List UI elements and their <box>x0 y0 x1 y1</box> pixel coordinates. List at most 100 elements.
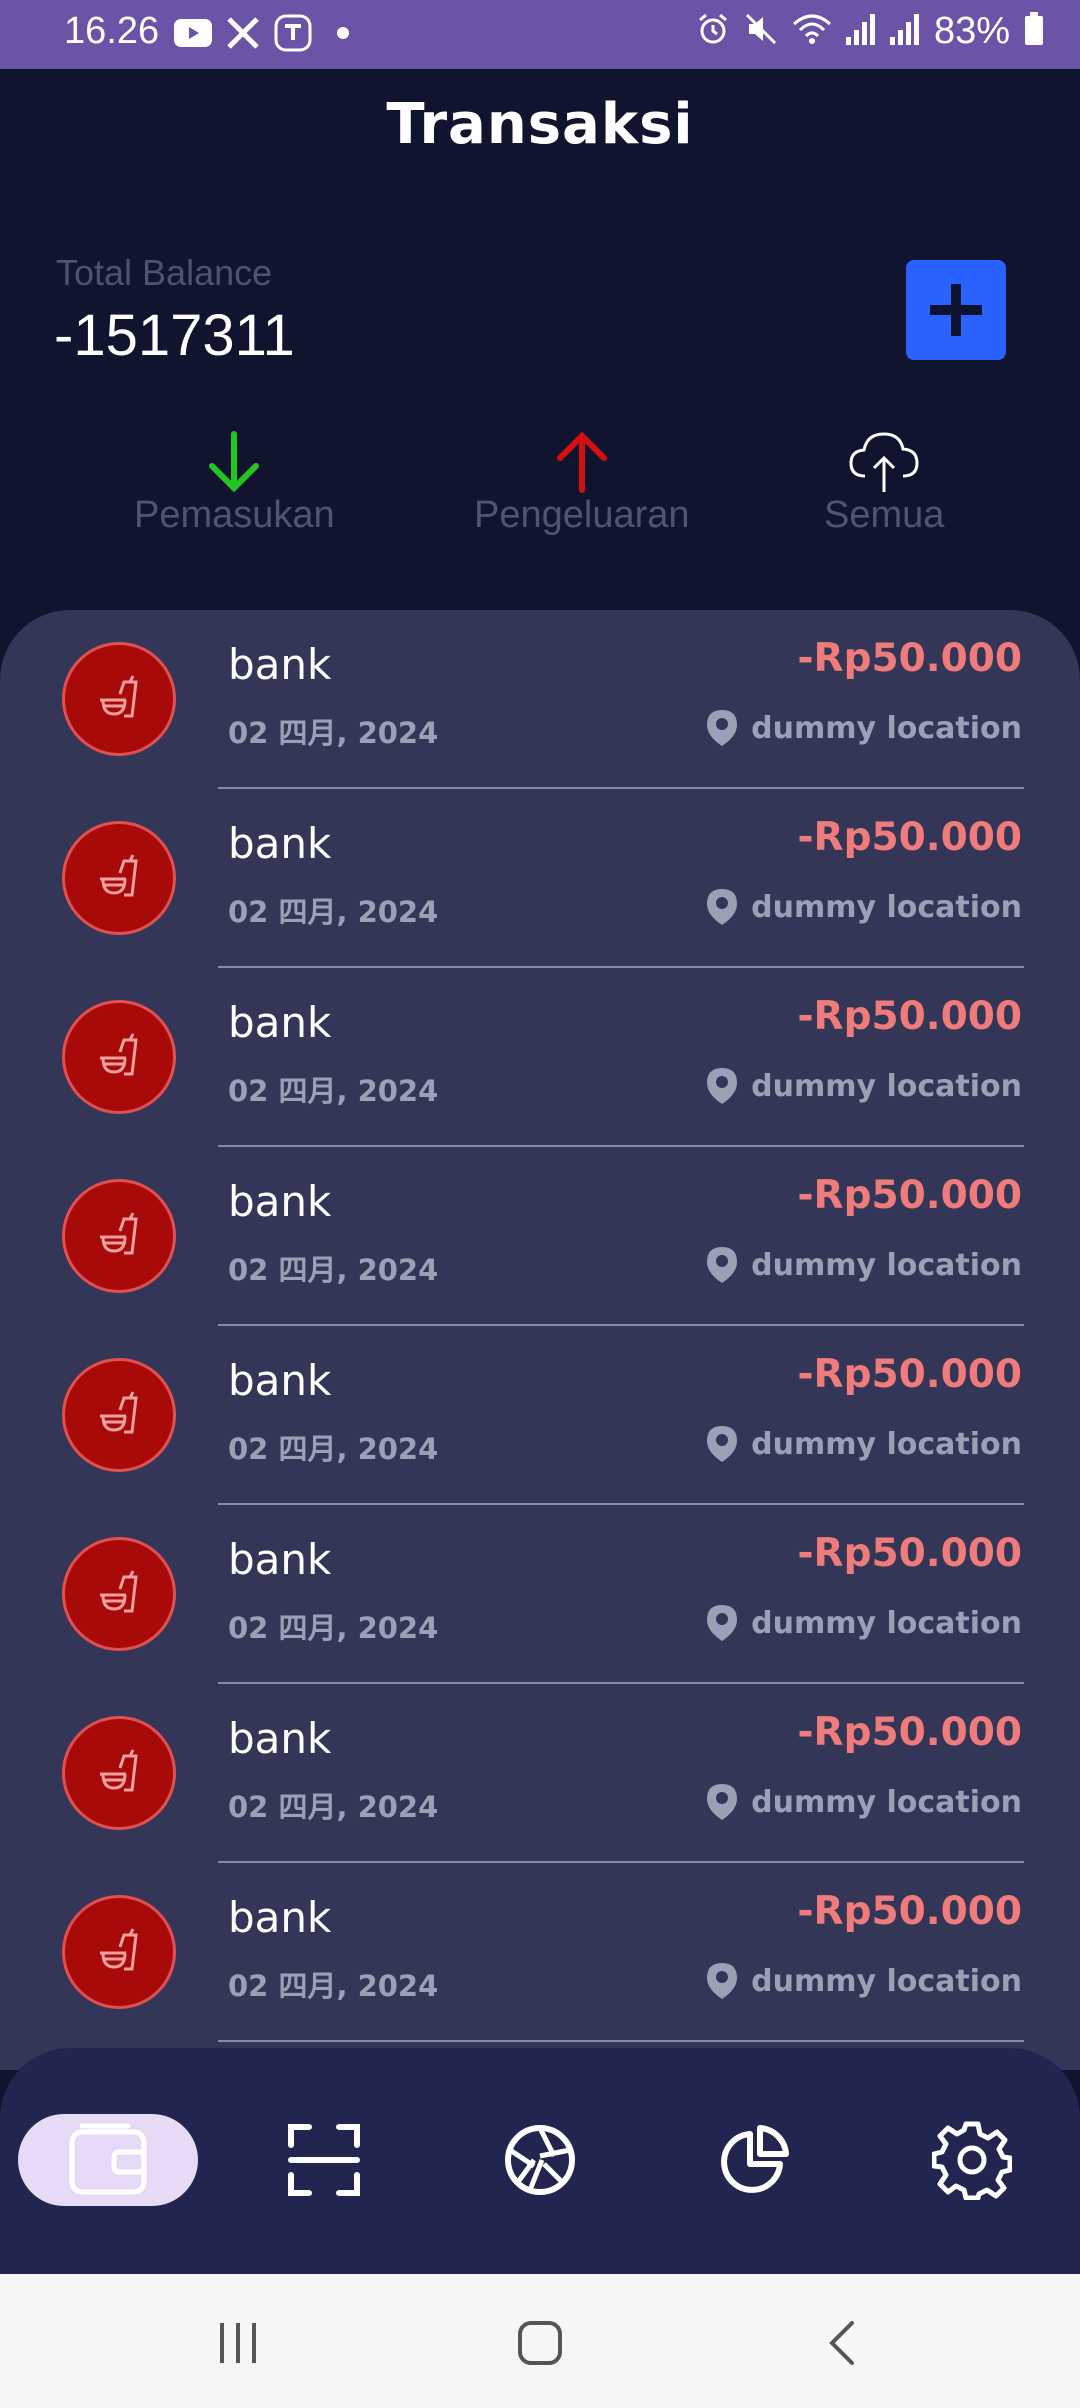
transaction-location-text: dummy location <box>751 1963 1022 1999</box>
arrow-up-icon <box>556 431 607 493</box>
transaction-date: 02 四月, 2024 <box>228 1969 439 2003</box>
transaction-amount: -Rp50.000 <box>797 1531 1022 1576</box>
cloud-upload-icon <box>849 432 919 492</box>
transaction-list[interactable]: bank 02 四月, 2024 -Rp50.000 dummy locatio… <box>0 610 1080 2070</box>
wallet-icon <box>69 2123 147 2195</box>
location-pin-icon <box>707 710 738 746</box>
camera-aperture-icon <box>505 2125 575 2195</box>
recent-apps-icon <box>220 2323 256 2363</box>
transaction-amount: -Rp50.000 <box>797 994 1022 1039</box>
list-item[interactable]: bank 02 四月, 2024 -Rp50.000 dummy locatio… <box>0 1326 1080 1505</box>
transaction-location-text: dummy location <box>751 1784 1022 1820</box>
scan-icon <box>288 2124 360 2196</box>
transaction-location: dummy location <box>705 1245 1022 1285</box>
list-item[interactable]: bank 02 四月, 2024 -Rp50.000 dummy locatio… <box>0 1505 1080 1684</box>
transaction-date: 02 四月, 2024 <box>228 716 439 750</box>
food-drink-icon <box>62 1716 176 1830</box>
plus-icon <box>930 284 982 336</box>
food-drink-icon <box>62 821 176 935</box>
transaction-title: bank <box>228 1177 332 1226</box>
transaction-location: dummy location <box>705 708 1022 748</box>
transaction-amount: -Rp50.000 <box>797 815 1022 860</box>
back-button[interactable] <box>812 2316 872 2370</box>
home-icon <box>518 2321 562 2365</box>
transaction-date: 02 四月, 2024 <box>228 1253 439 1287</box>
food-drink-icon <box>62 1895 176 2009</box>
signal-icon <box>889 13 920 50</box>
location-pin-icon <box>707 1426 738 1462</box>
filter-income[interactable]: Pemasukan <box>134 430 335 537</box>
list-item[interactable]: bank 02 四月, 2024 -Rp50.000 dummy locatio… <box>0 968 1080 1147</box>
arrow-down-icon <box>209 431 260 493</box>
transaction-date: 02 四月, 2024 <box>228 1790 439 1824</box>
transaction-title: bank <box>228 998 332 1047</box>
system-status: 83% <box>696 10 1044 53</box>
transaction-title: bank <box>228 640 332 689</box>
transaction-title: bank <box>228 1356 332 1405</box>
transaction-title: bank <box>228 1714 332 1763</box>
transaction-date: 02 四月, 2024 <box>228 1611 439 1645</box>
mute-icon <box>744 12 778 51</box>
home-button[interactable] <box>510 2316 570 2370</box>
divider <box>218 2040 1024 2042</box>
add-transaction-button[interactable] <box>906 260 1006 360</box>
location-pin-icon <box>707 1605 738 1641</box>
balance-value: -1517311 <box>54 303 295 368</box>
location-pin-icon <box>707 1247 738 1283</box>
filter-expense[interactable]: Pengeluaran <box>474 430 690 537</box>
list-item[interactable]: bank 02 四月, 2024 -Rp50.000 dummy locatio… <box>0 1863 1080 2042</box>
food-drink-icon <box>62 642 176 756</box>
location-pin-icon <box>707 1784 738 1820</box>
transaction-location: dummy location <box>705 1424 1022 1464</box>
transaction-location-text: dummy location <box>751 1605 1022 1641</box>
app-icon <box>274 14 312 52</box>
nav-scan[interactable] <box>278 2114 370 2206</box>
location-pin-icon <box>707 1068 738 1104</box>
transaction-amount: -Rp50.000 <box>797 1173 1022 1218</box>
bottom-navigation <box>0 2048 1080 2274</box>
filter-all-label: Semua <box>824 494 945 536</box>
transaction-title: bank <box>228 1535 332 1584</box>
battery-percent: 83% <box>933 10 1010 52</box>
transaction-amount: -Rp50.000 <box>797 1352 1022 1397</box>
transaction-location: dummy location <box>705 1961 1022 2001</box>
transaction-date: 02 四月, 2024 <box>228 1074 439 1108</box>
back-icon <box>829 2321 854 2365</box>
nav-statistics[interactable] <box>708 2114 800 2206</box>
transaction-amount: -Rp50.000 <box>797 636 1022 681</box>
wifi-icon <box>792 12 832 51</box>
list-item[interactable]: bank 02 四月, 2024 -Rp50.000 dummy locatio… <box>0 1684 1080 1863</box>
transaction-date: 02 四月, 2024 <box>228 895 439 929</box>
transaction-title: bank <box>228 1893 332 1942</box>
page-title: Transaksi <box>386 92 694 157</box>
transaction-location: dummy location <box>705 1066 1022 1106</box>
list-item[interactable]: bank 02 四月, 2024 -Rp50.000 dummy locatio… <box>0 610 1080 789</box>
food-drink-icon <box>62 1537 176 1651</box>
signal-icon <box>845 13 876 50</box>
transaction-location-text: dummy location <box>751 889 1022 925</box>
transaction-location: dummy location <box>705 1782 1022 1822</box>
filter-expense-label: Pengeluaran <box>474 494 690 536</box>
status-time: 16.26 <box>64 10 160 52</box>
transaction-amount: -Rp50.000 <box>797 1710 1022 1755</box>
x-icon <box>224 14 262 52</box>
location-pin-icon <box>707 1963 738 1999</box>
balance-label: Total Balance <box>56 252 273 293</box>
list-item[interactable]: bank 02 四月, 2024 -Rp50.000 dummy locatio… <box>0 789 1080 968</box>
transaction-date: 02 四月, 2024 <box>228 1432 439 1466</box>
recent-apps-button[interactable] <box>208 2316 268 2370</box>
food-drink-icon <box>62 1179 176 1293</box>
system-navigation-bar <box>0 2274 1080 2408</box>
transaction-location-text: dummy location <box>751 710 1022 746</box>
food-drink-icon <box>62 1000 176 1114</box>
status-bar: 16.26 83% <box>0 0 1080 69</box>
filter-income-label: Pemasukan <box>134 494 335 536</box>
list-item[interactable]: bank 02 四月, 2024 -Rp50.000 dummy locatio… <box>0 1147 1080 1326</box>
transaction-location: dummy location <box>705 1603 1022 1643</box>
nav-camera[interactable] <box>494 2114 586 2206</box>
transaction-location: dummy location <box>705 887 1022 927</box>
nav-wallet[interactable] <box>18 2114 198 2206</box>
nav-settings[interactable] <box>926 2114 1018 2206</box>
transaction-location-text: dummy location <box>751 1068 1022 1104</box>
filter-all[interactable]: Semua <box>824 430 944 537</box>
